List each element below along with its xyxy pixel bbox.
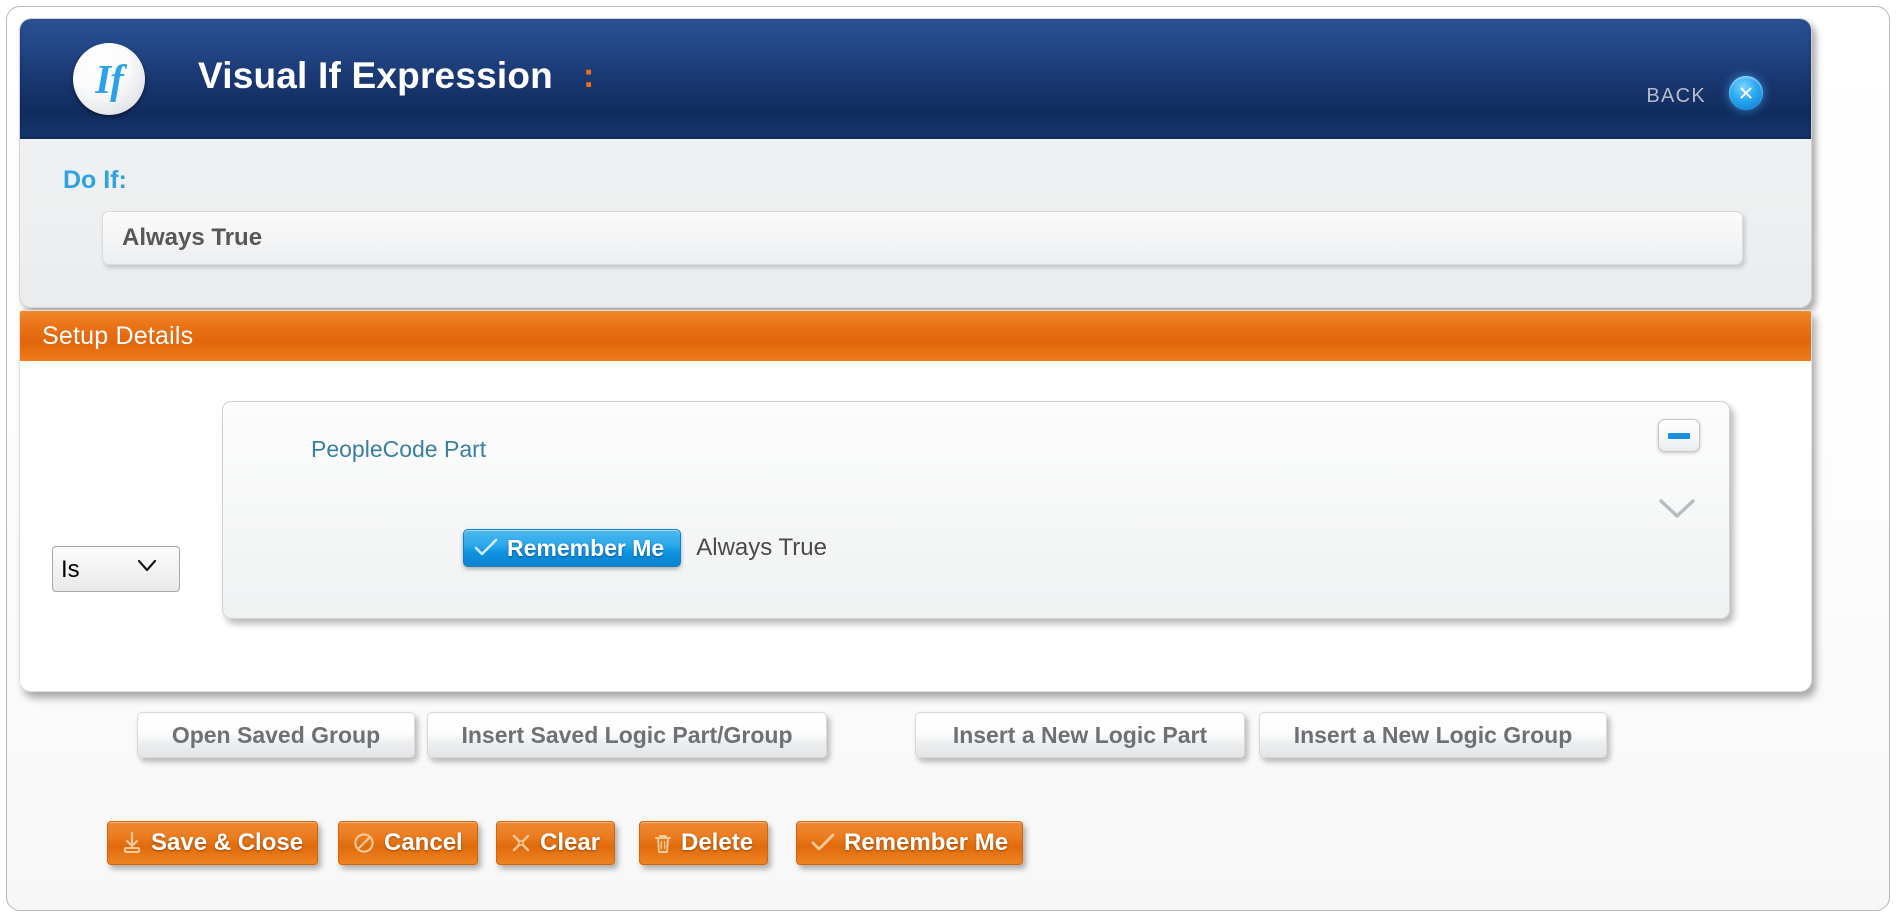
window-title-bar: If Visual If Expression : BACK	[20, 19, 1811, 139]
open-saved-group-button[interactable]: Open Saved Group	[137, 712, 415, 758]
do-if-label: Do If:	[63, 166, 127, 194]
logic-actions-toolbar: Open Saved Group Insert Saved Logic Part…	[7, 712, 1889, 764]
cancel-label: Cancel	[384, 829, 463, 856]
application-frame: If Visual If Expression : BACK Do If: Al…	[6, 6, 1890, 911]
delete-button[interactable]: Delete	[639, 821, 769, 865]
minus-glyph	[1668, 432, 1690, 439]
remember-me-inline-button[interactable]: Remember Me	[463, 529, 682, 567]
app-logo-if-icon: If	[73, 43, 145, 115]
save-icon	[124, 832, 140, 853]
clear-label: Clear	[540, 829, 601, 856]
page-title-colon: :	[583, 57, 595, 95]
primary-actions-toolbar: Save & Close Cancel Clear Delete Remembe…	[7, 821, 1889, 871]
insert-saved-logic-part-group-button[interactable]: Insert Saved Logic Part/Group	[427, 712, 827, 758]
setup-details-body: IsIs Not PeopleCode Part Re	[20, 361, 1811, 691]
cancel-button[interactable]: Cancel	[338, 821, 478, 865]
insert-new-logic-group-button[interactable]: Insert a New Logic Group	[1259, 712, 1607, 758]
do-if-body: Do If: Always True	[20, 139, 1811, 307]
remember-me-label: Remember Me	[844, 829, 1009, 856]
do-if-expression-field[interactable]: Always True	[102, 211, 1743, 265]
chevron-down-icon[interactable]	[1657, 497, 1697, 521]
minus-icon[interactable]	[1658, 419, 1700, 452]
peoplecode-part-label: PeopleCode Part	[311, 436, 487, 462]
delete-label: Delete	[681, 829, 754, 856]
do-if-card: If Visual If Expression : BACK Do If: Al…	[19, 18, 1812, 308]
app-logo-text: If	[95, 55, 124, 102]
save-and-close-button[interactable]: Save & Close	[107, 821, 319, 865]
clear-button[interactable]: Clear	[496, 821, 616, 865]
setup-details-card: Setup Details IsIs Not PeopleCode Part	[19, 310, 1812, 692]
remember-me-button[interactable]: Remember Me	[796, 821, 1024, 865]
do-if-expression-value: Always True	[122, 224, 263, 251]
logic-part-panel: PeopleCode Part Remember Me Always True	[222, 401, 1730, 619]
operator-select[interactable]: IsIs Not	[52, 546, 180, 592]
page-title: Visual If Expression	[198, 55, 553, 96]
check-icon	[811, 833, 835, 851]
check-icon	[474, 538, 498, 556]
insert-new-logic-part-button[interactable]: Insert a New Logic Part	[915, 712, 1245, 758]
logic-part-row: Remember Me Always True	[463, 529, 827, 567]
remember-me-inline-label: Remember Me	[507, 534, 665, 561]
trash-icon	[655, 834, 671, 853]
clear-x-icon	[512, 834, 530, 852]
setup-details-header: Setup Details	[20, 311, 1811, 361]
save-and-close-label: Save & Close	[151, 829, 304, 856]
close-icon[interactable]	[1729, 76, 1763, 110]
logic-part-value: Always True	[696, 534, 827, 561]
prohibited-icon	[354, 833, 374, 853]
back-button[interactable]: BACK	[1646, 85, 1706, 108]
setup-details-title: Setup Details	[42, 321, 194, 350]
